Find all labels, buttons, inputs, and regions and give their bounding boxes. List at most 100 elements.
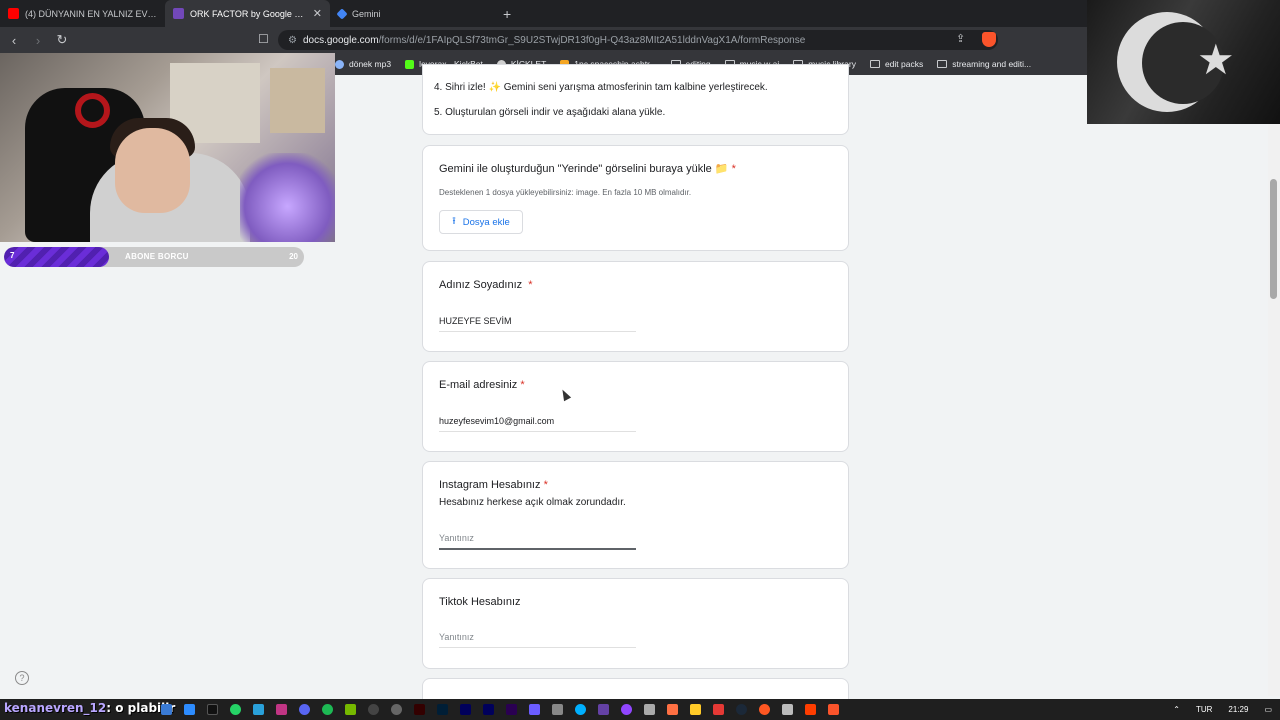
required-mark: * [731, 163, 736, 175]
after-effects-icon[interactable] [483, 704, 494, 715]
tab-gemini[interactable]: Gemini [330, 0, 495, 27]
tiktok-input[interactable]: Yanıtınız [439, 632, 636, 648]
question-title-text: Instagram Hesabınız [439, 479, 541, 491]
tab-forms[interactable]: ORK FACTOR by Google Gemini ✕ [165, 0, 330, 27]
tab-title: ORK FACTOR by Google Gemini [190, 8, 307, 19]
tab-title: Gemini [352, 8, 381, 19]
help-icon[interactable]: ? [15, 671, 29, 685]
question-title: E-mail adresiniz * [439, 379, 525, 391]
app-icon[interactable] [529, 704, 540, 715]
brave-shield-icon[interactable] [982, 32, 996, 47]
bookmark-label: edit packs [884, 59, 924, 69]
bookmark-label: streaming and editi... [952, 59, 1032, 69]
page-scrollbar[interactable] [1268, 124, 1280, 696]
question-title-text: Gemini ile oluşturduğun "Yerinde" görsel… [439, 163, 729, 175]
chevron-up-icon[interactable]: ⌃ [1173, 705, 1180, 714]
instagram-question-card: Instagram Hesabınız * Hesabınız herkese … [422, 461, 849, 569]
instagram-icon[interactable] [276, 704, 287, 715]
streamer-face [115, 128, 190, 213]
app-icon[interactable] [759, 704, 770, 715]
whatsapp-icon[interactable] [230, 704, 241, 715]
address-bar[interactable]: ⚙ docs.google.com/forms/d/e/1FAIpQLSf73t… [278, 30, 998, 50]
back-icon[interactable]: ‹ [4, 33, 24, 48]
bookmark-folder-streaming[interactable]: streaming and editi... [937, 59, 1031, 69]
app-icon[interactable] [391, 704, 402, 715]
tiktok-icon[interactable] [207, 704, 218, 715]
question-title-text: Adınız Soyadınız [439, 279, 523, 291]
brave-icon[interactable] [828, 704, 839, 715]
app-icon[interactable] [713, 704, 724, 715]
notification-icon[interactable]: ▭ [1264, 705, 1272, 714]
app-icon[interactable] [161, 704, 172, 715]
premiere-icon[interactable] [506, 704, 517, 715]
folder-icon [937, 60, 948, 68]
instructions-card: 4. Sihri izle! ✨ Gemini seni yarışma atm… [422, 64, 849, 135]
spotify-icon[interactable] [322, 704, 333, 715]
forward-icon[interactable]: › [28, 33, 48, 48]
question-title: Gemini ile oluşturduğun "Yerinde" görsel… [439, 162, 736, 175]
discord-icon[interactable] [299, 704, 310, 715]
tab-youtube[interactable]: (4) DÜNYANIN EN YALNIZ EVİNDE B [0, 0, 165, 27]
scrollbar-thumb[interactable] [1270, 179, 1277, 299]
app-icon[interactable] [667, 704, 678, 715]
question-title: Tiktok Hesabınız [439, 596, 521, 608]
youtube-icon [8, 8, 19, 19]
name-question-card: Adınız Soyadınız * HUZEYFE SEVİM [422, 261, 849, 352]
photoshop-icon[interactable] [437, 704, 448, 715]
chat-username: kenanevren_12 [4, 701, 107, 715]
app-icon[interactable] [552, 704, 563, 715]
bookmark-folder-edit-packs[interactable]: edit packs [869, 59, 924, 69]
share-icon[interactable]: ⇪ [956, 32, 965, 45]
site-icon [405, 59, 415, 69]
url-path: /forms/d/e/1FAIpQLSf73tmGr_S9U2STwjDR13f… [378, 34, 806, 46]
app-icon[interactable] [805, 704, 816, 715]
new-tab-button[interactable]: + [503, 6, 511, 22]
sub-goal-label: ABONE BORCU [125, 252, 189, 261]
add-file-button[interactable]: ⭱ Dosya ekle [439, 210, 523, 234]
app-icon[interactable] [184, 704, 195, 715]
chat-overlay: kenanevren_12: o plabilir [4, 701, 175, 715]
system-tray: ⌃ TUR 21:29 ▭ [1165, 699, 1280, 720]
folder-icon [869, 60, 880, 68]
question-title-text: E-mail adresiniz [439, 379, 518, 391]
name-input[interactable]: HUZEYFE SEVİM [439, 316, 636, 332]
bookmark-label: dönek mp3 [349, 59, 392, 69]
sub-goal-current: 7 [10, 251, 15, 260]
bookmark-icon[interactable]: ☐ [258, 32, 269, 46]
media-encoder-icon[interactable] [460, 704, 471, 715]
close-tab-icon[interactable]: ✕ [313, 7, 322, 20]
steam-icon[interactable] [736, 704, 747, 715]
star-icon: ★ [1197, 36, 1235, 83]
email-question-card: E-mail adresiniz * huzeyfesevim10@gmail.… [422, 361, 849, 452]
required-mark: * [528, 279, 533, 291]
nvidia-icon[interactable] [345, 704, 356, 715]
language-indicator[interactable]: TUR [1196, 705, 1212, 714]
app-icon[interactable] [575, 704, 586, 715]
sub-goal-target: 20 [289, 252, 298, 261]
app-icon[interactable] [598, 704, 609, 715]
email-input[interactable]: huzeyfesevim10@gmail.com [439, 416, 636, 432]
tiktok-question-card: Tiktok Hesabınız Yanıtınız [422, 578, 849, 669]
gemini-icon [336, 7, 348, 20]
turkish-flag-overlay: ★ [1087, 0, 1280, 124]
bookmark-donek[interactable]: dönek mp3 [335, 59, 391, 69]
question-title: Instagram Hesabınız * [439, 479, 548, 491]
wall-poster [270, 68, 325, 133]
instagram-input[interactable]: Yanıtınız [439, 533, 636, 550]
telegram-icon[interactable] [253, 704, 264, 715]
upload-question-card: Gemini ile oluşturduğun "Yerinde" görsel… [422, 145, 849, 251]
obs-icon[interactable] [368, 704, 379, 715]
question-title: Adınız Soyadınız * [439, 279, 533, 291]
app-icon[interactable] [644, 704, 655, 715]
app-icon[interactable] [690, 704, 701, 715]
clock[interactable]: 21:29 [1228, 705, 1248, 714]
add-file-label: Dosya ekle [462, 216, 510, 228]
upload-hint: Desteklenen 1 dosya yükleyebilirsiniz: i… [439, 188, 692, 197]
tab-title: (4) DÜNYANIN EN YALNIZ EVİNDE B [25, 8, 157, 19]
app-icon[interactable] [621, 704, 632, 715]
site-info-icon[interactable]: ⚙ [288, 35, 297, 46]
reload-icon[interactable]: ↻ [52, 32, 72, 48]
app-icon[interactable] [782, 704, 793, 715]
taskbar-apps [155, 702, 845, 717]
illustrator-icon[interactable] [414, 704, 425, 715]
